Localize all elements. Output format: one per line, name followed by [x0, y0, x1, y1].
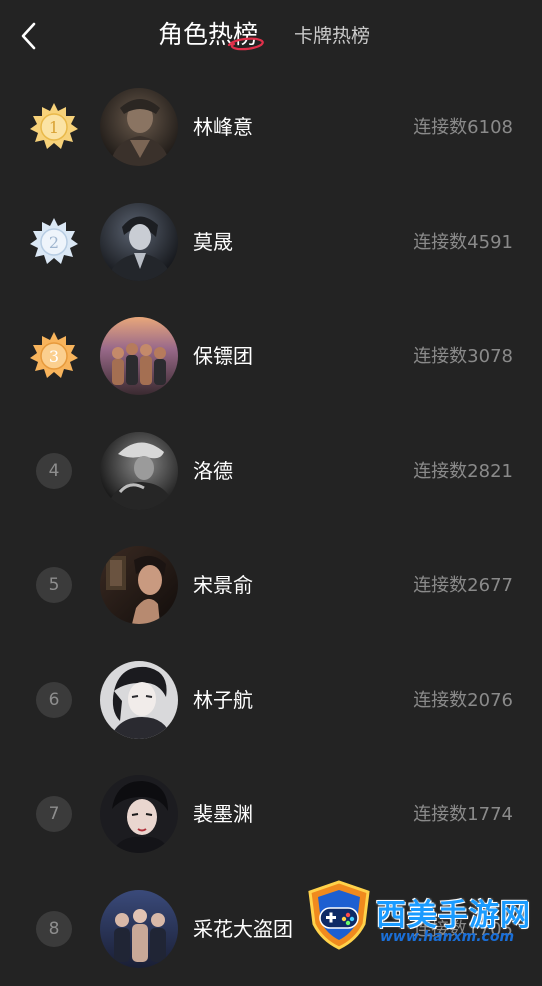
character-name: 采花大盗团: [193, 915, 293, 943]
rank-number: 6: [36, 682, 72, 718]
avatar[interactable]: [100, 661, 178, 739]
ranking-row[interactable]: 4 洛德 连接数2821: [0, 414, 542, 529]
connection-count: 连接数2821: [413, 459, 513, 485]
character-name: 洛德: [193, 457, 233, 485]
tab-active-indicator: [226, 36, 266, 52]
back-button[interactable]: [14, 18, 46, 54]
gamepad-shield-logo-icon: [306, 880, 372, 950]
watermark-title: 西美手游网: [376, 890, 531, 934]
character-name: 莫晟: [193, 228, 233, 256]
connection-count: 连接数6108: [413, 115, 513, 141]
bronze-medal-icon: 3: [28, 330, 80, 382]
connection-count: 连接数1774: [413, 802, 513, 828]
ranking-row[interactable]: 2 莫晟 连接数4591: [0, 185, 542, 300]
ranking-row[interactable]: 5 宋景俞 连接数2677: [0, 528, 542, 643]
ranking-row[interactable]: 6 林子航 连接数2076: [0, 643, 542, 758]
tab-card-ranking[interactable]: 卡牌热榜: [294, 19, 370, 53]
connection-count: 连接数2076: [413, 688, 513, 714]
connection-count: 连接数4591: [413, 230, 513, 256]
connection-count: 连接数2677: [413, 573, 513, 599]
character-name: 林峰意: [193, 113, 253, 141]
avatar[interactable]: [100, 317, 178, 395]
character-name: 裴墨渊: [193, 800, 253, 828]
rank-number: 7: [36, 796, 72, 832]
gold-medal-icon: 1: [28, 101, 80, 153]
ranking-list: 1 林峰意 连接数6108: [0, 70, 542, 986]
chevron-left-icon: [14, 18, 46, 54]
rank-number: 5: [36, 567, 72, 603]
avatar[interactable]: [100, 88, 178, 166]
watermark-url: www.hanxm.com: [380, 929, 514, 945]
avatar[interactable]: [100, 775, 178, 853]
character-name: 林子航: [193, 686, 253, 714]
avatar[interactable]: [100, 546, 178, 624]
avatar[interactable]: [100, 890, 178, 968]
medal-rank-text: 1: [49, 118, 59, 137]
ranking-row[interactable]: 1 林峰意 连接数6108: [0, 70, 542, 185]
ranking-row[interactable]: 7 裴墨渊 连接数1774: [0, 757, 542, 872]
avatar[interactable]: [100, 432, 178, 510]
silver-medal-icon: 2: [28, 216, 80, 268]
header-bar: 角色热榜 卡牌热榜: [0, 0, 542, 74]
rank-number: 8: [36, 911, 72, 947]
avatar[interactable]: [100, 203, 178, 281]
character-name: 保镖团: [193, 342, 253, 370]
site-watermark: 西美手游网 www.hanxm.com: [300, 876, 542, 952]
character-name: 宋景俞: [193, 571, 253, 599]
medal-rank-text: 2: [49, 233, 59, 252]
connection-count: 连接数3078: [413, 344, 513, 370]
ranking-row[interactable]: 3: [0, 299, 542, 414]
rank-number: 4: [36, 453, 72, 489]
medal-rank-text: 3: [49, 347, 59, 366]
